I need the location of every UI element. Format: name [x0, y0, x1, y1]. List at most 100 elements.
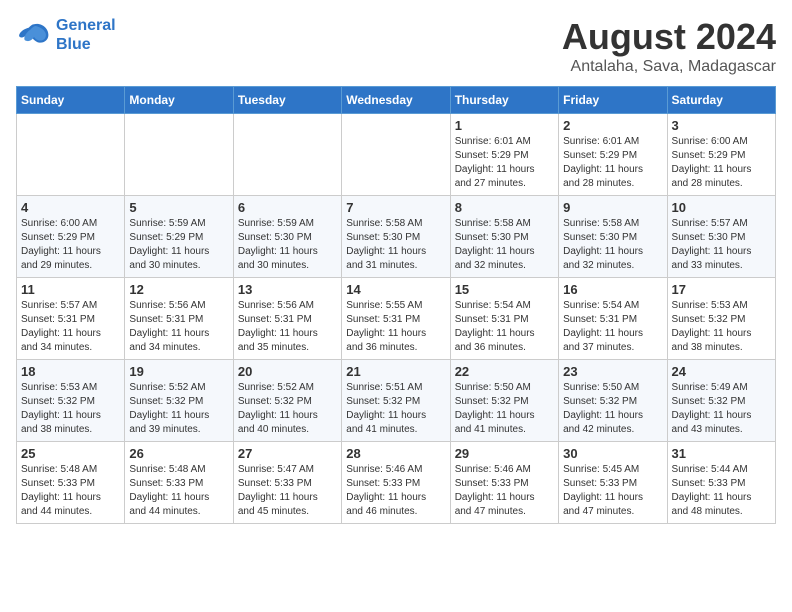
logo: General Blue — [16, 16, 116, 54]
day-number: 20 — [238, 364, 337, 379]
calendar-cell — [233, 114, 341, 196]
subtitle: Antalaha, Sava, Madagascar — [562, 58, 776, 76]
calendar-cell: 19 Sunrise: 5:52 AMSunset: 5:32 PMDayligh… — [125, 360, 233, 442]
day-info: Sunrise: 5:58 AMSunset: 5:30 PMDaylight:… — [563, 217, 662, 273]
day-info: Sunrise: 5:47 AMSunset: 5:33 PMDaylight:… — [238, 463, 337, 519]
day-info: Sunrise: 5:44 AMSunset: 5:33 PMDaylight:… — [672, 463, 771, 519]
day-number: 11 — [21, 282, 120, 297]
calendar-cell — [17, 114, 125, 196]
day-info: Sunrise: 5:57 AMSunset: 5:31 PMDaylight:… — [21, 299, 120, 355]
day-number: 7 — [346, 200, 445, 215]
calendar-cell: 6 Sunrise: 5:59 AMSunset: 5:30 PMDaylight… — [233, 196, 341, 278]
day-info: Sunrise: 5:50 AMSunset: 5:32 PMDaylight:… — [455, 381, 554, 437]
col-tuesday: Tuesday — [233, 87, 341, 114]
calendar-cell: 21 Sunrise: 5:51 AMSunset: 5:32 PMDayligh… — [342, 360, 450, 442]
calendar-cell: 16 Sunrise: 5:54 AMSunset: 5:31 PMDayligh… — [559, 278, 667, 360]
day-number: 30 — [563, 446, 662, 461]
day-info: Sunrise: 5:53 AMSunset: 5:32 PMDaylight:… — [21, 381, 120, 437]
logo-icon — [16, 20, 52, 50]
calendar-cell: 14 Sunrise: 5:55 AMSunset: 5:31 PMDayligh… — [342, 278, 450, 360]
calendar-cell: 31 Sunrise: 5:44 AMSunset: 5:33 PMDayligh… — [667, 442, 775, 524]
day-number: 1 — [455, 118, 554, 133]
day-number: 6 — [238, 200, 337, 215]
calendar-cell: 18 Sunrise: 5:53 AMSunset: 5:32 PMDayligh… — [17, 360, 125, 442]
day-number: 29 — [455, 446, 554, 461]
calendar-cell: 17 Sunrise: 5:53 AMSunset: 5:32 PMDayligh… — [667, 278, 775, 360]
header: General Blue August 2024 Antalaha, Sava,… — [16, 16, 776, 76]
calendar-cell: 24 Sunrise: 5:49 AMSunset: 5:32 PMDayligh… — [667, 360, 775, 442]
calendar-cell: 1Sunrise: 6:01 AMSunset: 5:29 PMDaylight… — [450, 114, 558, 196]
day-info: Sunrise: 5:51 AMSunset: 5:32 PMDaylight:… — [346, 381, 445, 437]
calendar-cell: 5Sunrise: 5:59 AMSunset: 5:29 PMDaylight… — [125, 196, 233, 278]
day-info: Sunrise: 5:56 AMSunset: 5:31 PMDaylight:… — [238, 299, 337, 355]
calendar-cell: 12 Sunrise: 5:56 AMSunset: 5:31 PMDayligh… — [125, 278, 233, 360]
day-number: 4 — [21, 200, 120, 215]
day-number: 14 — [346, 282, 445, 297]
col-monday: Monday — [125, 87, 233, 114]
calendar-cell: 10 Sunrise: 5:57 AMSunset: 5:30 PMDayligh… — [667, 196, 775, 278]
col-thursday: Thursday — [450, 87, 558, 114]
day-number: 16 — [563, 282, 662, 297]
day-info: Sunrise: 5:59 AMSunset: 5:29 PMDaylight:… — [129, 217, 228, 273]
day-number: 19 — [129, 364, 228, 379]
day-number: 24 — [672, 364, 771, 379]
day-number: 17 — [672, 282, 771, 297]
day-info: Sunrise: 5:49 AMSunset: 5:32 PMDaylight:… — [672, 381, 771, 437]
day-info: Sunrise: 5:58 AMSunset: 5:30 PMDaylight:… — [455, 217, 554, 273]
calendar-cell: 23 Sunrise: 5:50 AMSunset: 5:32 PMDayligh… — [559, 360, 667, 442]
day-info: Sunrise: 5:48 AMSunset: 5:33 PMDaylight:… — [21, 463, 120, 519]
day-number: 10 — [672, 200, 771, 215]
calendar-cell: 13 Sunrise: 5:56 AMSunset: 5:31 PMDayligh… — [233, 278, 341, 360]
day-number: 22 — [455, 364, 554, 379]
day-number: 31 — [672, 446, 771, 461]
col-saturday: Saturday — [667, 87, 775, 114]
col-wednesday: Wednesday — [342, 87, 450, 114]
calendar-cell: 22 Sunrise: 5:50 AMSunset: 5:32 PMDayligh… — [450, 360, 558, 442]
calendar-week-row: 4 Sunrise: 6:00 AMSunset: 5:29 PMDaylight… — [17, 196, 776, 278]
calendar-table: Sunday Monday Tuesday Wednesday Thursday… — [16, 86, 776, 524]
day-number: 3 — [672, 118, 771, 133]
title-area: August 2024 Antalaha, Sava, Madagascar — [562, 16, 776, 76]
main-title: August 2024 — [562, 16, 776, 58]
day-number: 25 — [21, 446, 120, 461]
day-number: 8 — [455, 200, 554, 215]
day-info: Sunrise: 5:55 AMSunset: 5:31 PMDaylight:… — [346, 299, 445, 355]
day-number: 21 — [346, 364, 445, 379]
day-number: 26 — [129, 446, 228, 461]
day-info: Sunrise: 6:01 AMSunset: 5:29 PMDaylight:… — [563, 135, 662, 191]
day-info: Sunrise: 5:56 AMSunset: 5:31 PMDaylight:… — [129, 299, 228, 355]
day-info: Sunrise: 5:57 AMSunset: 5:30 PMDaylight:… — [672, 217, 771, 273]
day-number: 28 — [346, 446, 445, 461]
day-info: Sunrise: 6:00 AMSunset: 5:29 PMDaylight:… — [672, 135, 771, 191]
day-info: Sunrise: 5:52 AMSunset: 5:32 PMDaylight:… — [129, 381, 228, 437]
day-info: Sunrise: 5:48 AMSunset: 5:33 PMDaylight:… — [129, 463, 228, 519]
calendar-cell: 3 Sunrise: 6:00 AMSunset: 5:29 PMDaylight… — [667, 114, 775, 196]
day-info: Sunrise: 5:54 AMSunset: 5:31 PMDaylight:… — [563, 299, 662, 355]
calendar-week-row: 11 Sunrise: 5:57 AMSunset: 5:31 PMDayligh… — [17, 278, 776, 360]
day-info: Sunrise: 5:46 AMSunset: 5:33 PMDaylight:… — [455, 463, 554, 519]
calendar-cell — [342, 114, 450, 196]
calendar-cell: 15Sunrise: 5:54 AMSunset: 5:31 PMDayligh… — [450, 278, 558, 360]
day-number: 9 — [563, 200, 662, 215]
day-info: Sunrise: 5:52 AMSunset: 5:32 PMDaylight:… — [238, 381, 337, 437]
calendar-cell: 30Sunrise: 5:45 AMSunset: 5:33 PMDayligh… — [559, 442, 667, 524]
day-info: Sunrise: 5:50 AMSunset: 5:32 PMDaylight:… — [563, 381, 662, 437]
day-number: 13 — [238, 282, 337, 297]
day-info: Sunrise: 5:59 AMSunset: 5:30 PMDaylight:… — [238, 217, 337, 273]
day-number: 27 — [238, 446, 337, 461]
calendar-cell — [125, 114, 233, 196]
calendar-cell: 25 Sunrise: 5:48 AMSunset: 5:33 PMDayligh… — [17, 442, 125, 524]
calendar-cell: 20 Sunrise: 5:52 AMSunset: 5:32 PMDayligh… — [233, 360, 341, 442]
day-number: 18 — [21, 364, 120, 379]
calendar-cell: 28Sunrise: 5:46 AMSunset: 5:33 PMDayligh… — [342, 442, 450, 524]
day-number: 23 — [563, 364, 662, 379]
calendar-header-row: Sunday Monday Tuesday Wednesday Thursday… — [17, 87, 776, 114]
calendar-cell: 2Sunrise: 6:01 AMSunset: 5:29 PMDaylight… — [559, 114, 667, 196]
day-number: 12 — [129, 282, 228, 297]
calendar-cell: 9 Sunrise: 5:58 AMSunset: 5:30 PMDaylight… — [559, 196, 667, 278]
day-info: Sunrise: 6:00 AMSunset: 5:29 PMDaylight:… — [21, 217, 120, 273]
day-info: Sunrise: 5:53 AMSunset: 5:32 PMDaylight:… — [672, 299, 771, 355]
col-sunday: Sunday — [17, 87, 125, 114]
calendar-cell: 29 Sunrise: 5:46 AMSunset: 5:33 PMDayligh… — [450, 442, 558, 524]
day-number: 15 — [455, 282, 554, 297]
